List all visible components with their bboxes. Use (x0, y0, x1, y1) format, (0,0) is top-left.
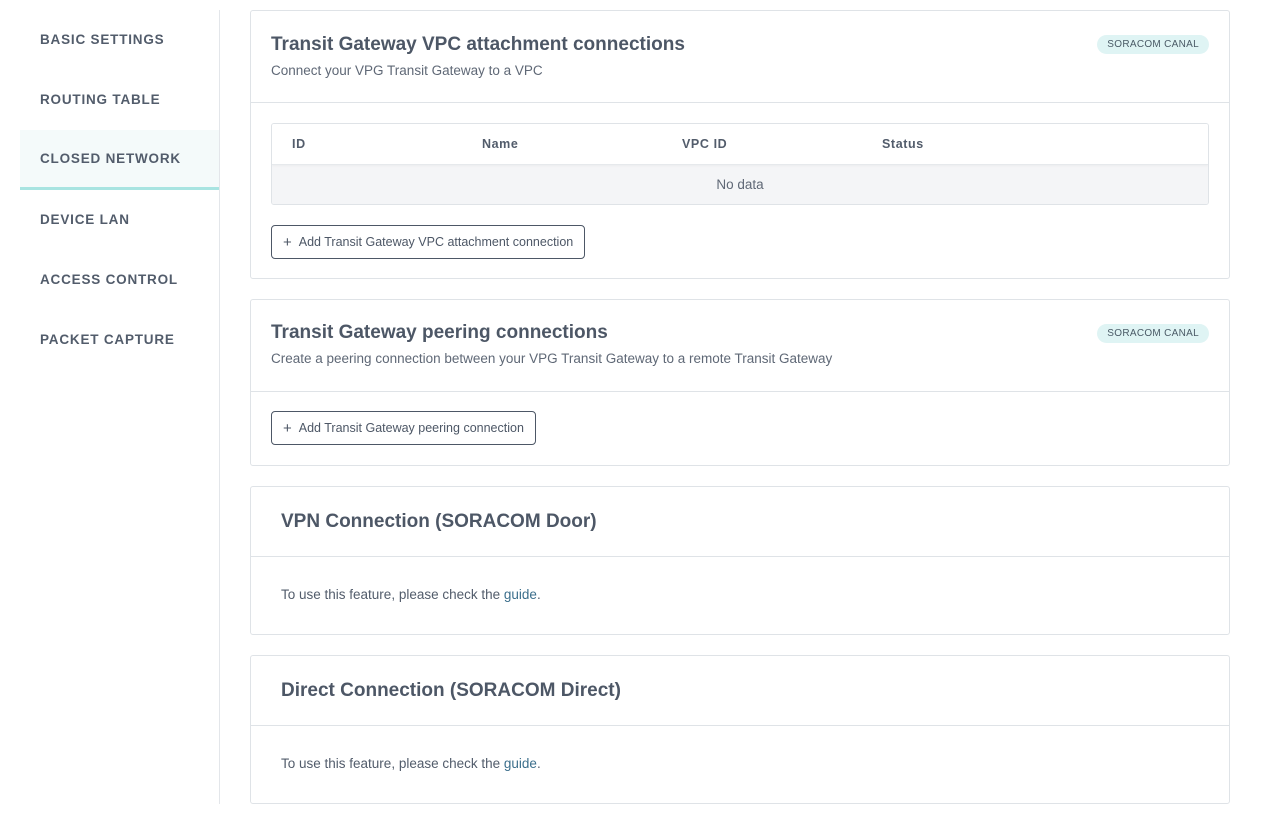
direct-guide-link[interactable]: guide (504, 756, 537, 771)
sidebar-item-device-lan[interactable]: DEVICE LAN (20, 190, 219, 250)
add-peering-button[interactable]: + Add Transit Gateway peering connection (271, 411, 536, 445)
column-header-id[interactable]: ID (292, 124, 306, 165)
vpc-attachment-title: Transit Gateway VPC attachment connectio… (271, 34, 685, 55)
table-header: ID Name VPC ID Status (272, 124, 1208, 165)
vpn-title: VPN Connection (SORACOM Door) (281, 511, 597, 532)
vpn-guide-text: To use this feature, please check the gu… (281, 587, 541, 602)
table-empty-row: No data (272, 165, 1208, 204)
add-peering-label: Add Transit Gateway peering connection (298, 421, 524, 435)
column-header-name[interactable]: Name (482, 124, 518, 165)
peering-title: Transit Gateway peering connections (271, 322, 608, 343)
column-header-vpc-id[interactable]: VPC ID (682, 124, 727, 165)
sidebar-item-packet-capture[interactable]: PACKET CAPTURE (20, 310, 219, 370)
vpn-panel: VPN Connection (SORACOM Door) To use thi… (250, 486, 1230, 635)
direct-panel: Direct Connection (SORACOM Direct) To us… (250, 655, 1230, 804)
plus-icon: + (283, 419, 292, 437)
peering-panel: Transit Gateway peering connections Crea… (250, 299, 1230, 466)
peering-subtitle: Create a peering connection between your… (271, 351, 833, 366)
add-vpc-attachment-button[interactable]: + Add Transit Gateway VPC attachment con… (271, 225, 586, 259)
direct-guide-text: To use this feature, please check the gu… (281, 756, 541, 771)
soracom-canal-badge: SORACOM CANAL (1097, 324, 1209, 343)
vpc-attachment-panel: Transit Gateway VPC attachment connectio… (250, 10, 1230, 279)
direct-header: Direct Connection (SORACOM Direct) (251, 656, 1229, 726)
vpc-attachment-header: Transit Gateway VPC attachment connectio… (251, 11, 1229, 103)
add-vpc-attachment-label: Add Transit Gateway VPC attachment conne… (298, 235, 574, 249)
direct-guide-prefix: To use this feature, please check the (281, 756, 504, 771)
vpc-attachment-subtitle: Connect your VPG Transit Gateway to a VP… (271, 63, 543, 78)
direct-title: Direct Connection (SORACOM Direct) (281, 680, 621, 701)
vpn-header: VPN Connection (SORACOM Door) (251, 487, 1229, 557)
peering-header: Transit Gateway peering connections Crea… (251, 300, 1229, 392)
vpn-guide-link[interactable]: guide (504, 587, 537, 602)
sidebar-nav: BASIC SETTINGS ROUTING TABLE CLOSED NETW… (20, 10, 220, 804)
vpn-guide-suffix: . (536, 587, 541, 602)
sidebar-item-closed-network[interactable]: CLOSED NETWORK (20, 130, 219, 190)
column-header-status[interactable]: Status (882, 124, 924, 165)
vpn-guide-prefix: To use this feature, please check the (281, 587, 504, 602)
sidebar-item-access-control[interactable]: ACCESS CONTROL (20, 250, 219, 310)
direct-guide-suffix: . (536, 756, 541, 771)
soracom-canal-badge: SORACOM CANAL (1097, 35, 1209, 54)
plus-icon: + (283, 233, 292, 251)
sidebar-item-routing-table[interactable]: ROUTING TABLE (20, 70, 219, 130)
vpc-attachment-table: ID Name VPC ID Status No data (271, 123, 1209, 205)
sidebar-item-basic-settings[interactable]: BASIC SETTINGS (20, 10, 219, 70)
